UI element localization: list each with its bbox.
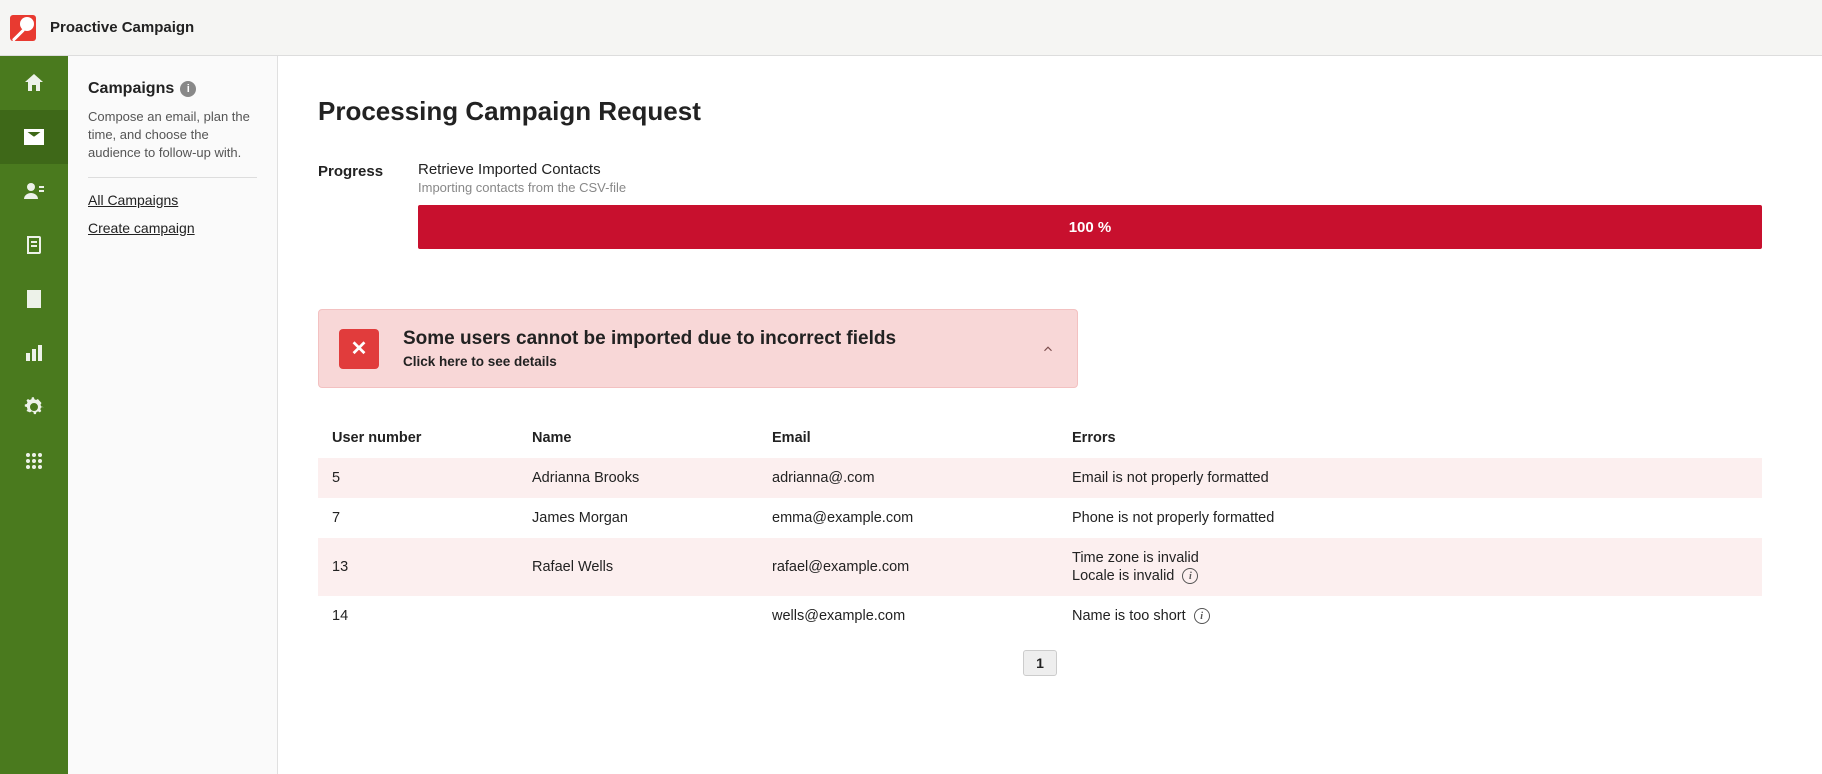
building-icon [22,287,46,311]
progress-percent: 100 % [1069,219,1112,236]
col-email: Email [772,430,1072,446]
progress-step-title: Retrieve Imported Contacts [418,161,1762,178]
error-line: Email is not properly formatted [1072,470,1748,486]
nav-rail [0,56,68,774]
cell-email: rafael@example.com [772,559,1072,575]
nav-settings[interactable] [0,380,68,434]
error-text: Name is too short [1072,608,1186,624]
home-icon [22,71,46,95]
cell-user-number: 7 [332,510,532,526]
cell-user-number: 14 [332,608,532,624]
table-row: 7James Morganemma@example.comPhone is no… [318,498,1762,538]
app-header: Proactive Campaign [0,0,1822,56]
cell-errors: Email is not properly formatted [1072,470,1748,486]
error-line: Locale is invalid i [1072,568,1748,584]
progress-label: Progress [318,161,418,180]
cell-errors: Phone is not properly formatted [1072,510,1748,526]
alert-title: Some users cannot be imported due to inc… [403,328,896,350]
table-row: 13Rafael Wellsrafael@example.comTime zon… [318,538,1762,596]
cell-email: emma@example.com [772,510,1072,526]
app-title: Proactive Campaign [50,19,194,36]
cell-name: Rafael Wells [532,559,772,575]
cell-user-number: 5 [332,470,532,486]
nav-templates[interactable] [0,218,68,272]
cell-user-number: 13 [332,559,532,575]
error-icon: ✕ [339,329,379,369]
sidebar-description: Compose an email, plan the time, and cho… [88,108,257,178]
grid-icon [22,449,46,473]
info-icon[interactable]: i [180,81,196,97]
error-text: Phone is not properly formatted [1072,510,1274,526]
table-header: User number Name Email Errors [318,418,1762,458]
progress-bar: 100 % [418,205,1762,249]
cell-errors: Time zone is invalid Locale is invalid i [1072,550,1748,584]
col-name: Name [532,430,772,446]
link-all-campaigns[interactable]: All Campaigns [88,192,257,208]
book-icon [22,233,46,257]
sidebar: Campaigns i Compose an email, plan the t… [68,56,278,774]
error-text: Time zone is invalid [1072,550,1199,566]
info-icon[interactable]: i [1194,608,1210,624]
error-text: Locale is invalid [1072,568,1174,584]
mail-icon [22,125,46,149]
col-user-number: User number [332,430,532,446]
nav-apps[interactable] [0,434,68,488]
sidebar-heading-text: Campaigns [88,80,174,98]
nav-campaigns[interactable] [0,110,68,164]
link-create-campaign[interactable]: Create campaign [88,220,257,236]
main-content: Processing Campaign Request Progress Ret… [278,56,1822,774]
errors-table: User number Name Email Errors 5Adrianna … [318,418,1762,636]
error-line: Time zone is invalid [1072,550,1748,566]
col-errors: Errors [1072,430,1748,446]
table-row: 5Adrianna Brooksadrianna@.comEmail is no… [318,458,1762,498]
cell-name: Adrianna Brooks [532,470,772,486]
cell-errors: Name is too short i [1072,608,1748,624]
user-icon [22,179,46,203]
cell-name: James Morgan [532,510,772,526]
error-line: Name is too short i [1072,608,1748,624]
info-icon[interactable]: i [1182,568,1198,584]
cell-email: wells@example.com [772,608,1072,624]
nav-organizations[interactable] [0,272,68,326]
error-line: Phone is not properly formatted [1072,510,1748,526]
progress-section: Progress Retrieve Imported Contacts Impo… [318,161,1762,249]
app-logo [10,15,36,41]
bar-chart-icon [22,341,46,365]
alert-subtitle: Click here to see details [403,354,896,369]
import-error-alert[interactable]: ✕ Some users cannot be imported due to i… [318,309,1078,388]
page-title: Processing Campaign Request [318,96,1762,127]
sidebar-heading: Campaigns i [88,80,257,98]
progress-step-subtitle: Importing contacts from the CSV-file [418,180,1762,195]
chevron-up-icon [1041,342,1055,356]
nav-analytics[interactable] [0,326,68,380]
pagination: 1 [318,650,1762,676]
nav-contacts[interactable] [0,164,68,218]
error-text: Email is not properly formatted [1072,470,1269,486]
table-row: 14 wells@example.comName is too short i [318,596,1762,636]
nav-home[interactable] [0,56,68,110]
gear-icon [22,395,46,419]
cell-email: adrianna@.com [772,470,1072,486]
page-1-button[interactable]: 1 [1023,650,1057,676]
